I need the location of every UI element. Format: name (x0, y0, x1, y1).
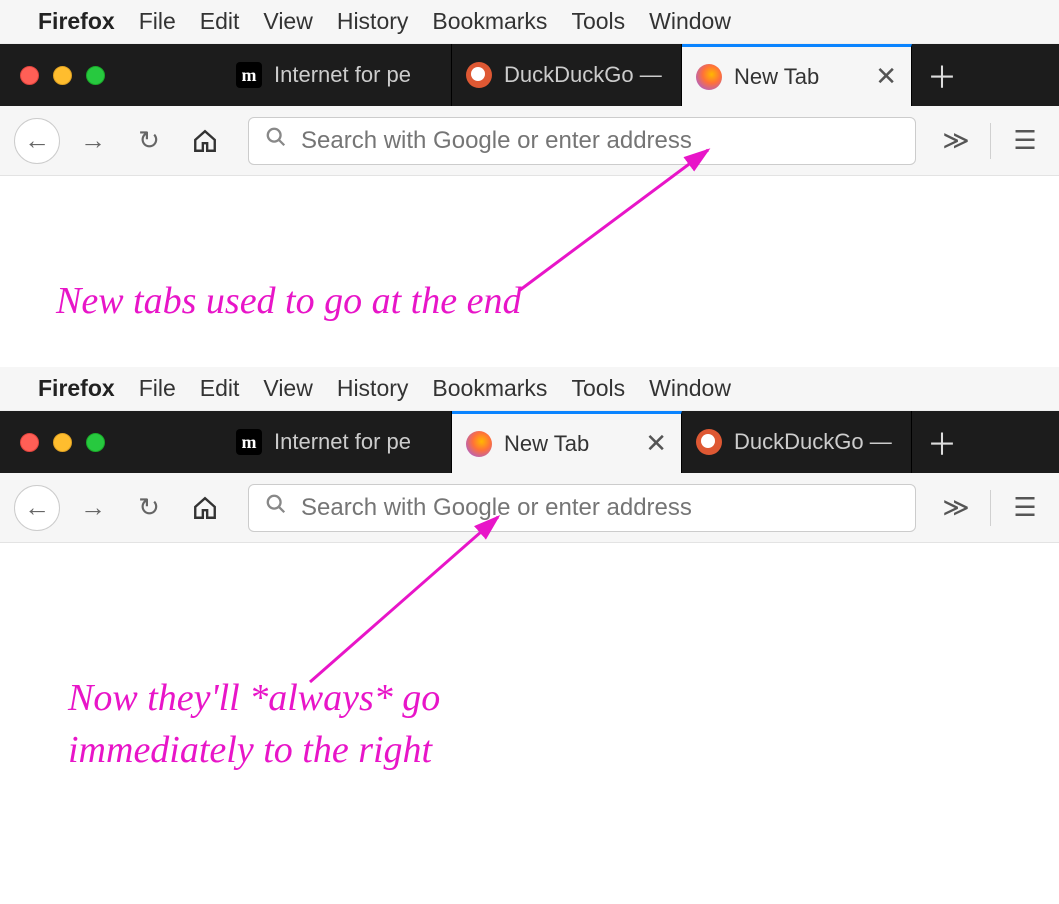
tab-duckduckgo[interactable]: DuckDuckGo — (682, 411, 912, 473)
window-controls (0, 44, 222, 106)
menubar: Firefox File Edit View History Bookmarks… (0, 0, 1059, 44)
back-button[interactable]: ← (14, 118, 60, 164)
menu-bookmarks[interactable]: Bookmarks (432, 8, 547, 35)
favicon-m-icon: m (236, 429, 262, 455)
menubar: Firefox File Edit View History Bookmarks… (0, 367, 1059, 411)
favicon-duck-icon (466, 62, 492, 88)
menu-tools[interactable]: Tools (571, 375, 625, 402)
menu-history[interactable]: History (337, 375, 409, 402)
forward-button[interactable]: → (70, 118, 116, 164)
new-tab-button[interactable]: ＋ (912, 411, 972, 473)
menu-view[interactable]: View (263, 375, 312, 402)
hamburger-menu-icon[interactable]: ☰ (1005, 125, 1045, 156)
annotation-arrow (500, 140, 740, 310)
tab-internet[interactable]: m Internet for pe (222, 44, 452, 106)
zoom-window-icon[interactable] (86, 66, 105, 85)
menu-edit[interactable]: Edit (200, 8, 240, 35)
new-tab-button[interactable]: ＋ (912, 44, 972, 106)
tab-newtab[interactable]: New Tab ✕ (452, 411, 682, 473)
menu-file[interactable]: File (139, 375, 176, 402)
tab-newtab[interactable]: New Tab ✕ (682, 44, 912, 106)
window-controls (0, 411, 222, 473)
menu-bookmarks[interactable]: Bookmarks (432, 375, 547, 402)
close-window-icon[interactable] (20, 433, 39, 452)
annotation-text-line1: Now they'll *always* go (68, 673, 1035, 724)
divider (990, 490, 991, 526)
menu-edit[interactable]: Edit (200, 375, 240, 402)
favicon-duck-icon (696, 429, 722, 455)
reload-button[interactable]: ↻ (126, 118, 172, 164)
menu-history[interactable]: History (337, 8, 409, 35)
tab-label: New Tab (504, 431, 589, 457)
menu-app[interactable]: Firefox (38, 375, 115, 402)
close-window-icon[interactable] (20, 66, 39, 85)
forward-button[interactable]: → (70, 485, 116, 531)
menu-tools[interactable]: Tools (571, 8, 625, 35)
tab-bar: m Internet for pe DuckDuckGo — New Tab ✕… (0, 44, 1059, 106)
overflow-menu-icon[interactable]: ≫ (936, 492, 976, 523)
menu-window[interactable]: Window (649, 375, 731, 402)
divider (990, 123, 991, 159)
menu-app[interactable]: Firefox (38, 8, 115, 35)
screenshot-2: Firefox File Edit View History Bookmarks… (0, 367, 1059, 543)
menu-window[interactable]: Window (649, 8, 731, 35)
tab-internet[interactable]: m Internet for pe (222, 411, 452, 473)
tab-label: DuckDuckGo — (734, 429, 892, 455)
home-button[interactable] (182, 118, 228, 164)
favicon-m-icon: m (236, 62, 262, 88)
screenshot-1: Firefox File Edit View History Bookmarks… (0, 0, 1059, 176)
tab-label: New Tab (734, 64, 819, 90)
hamburger-menu-icon[interactable]: ☰ (1005, 492, 1045, 523)
menu-view[interactable]: View (263, 8, 312, 35)
menu-file[interactable]: File (139, 8, 176, 35)
search-icon (265, 493, 287, 522)
reload-button[interactable]: ↻ (126, 485, 172, 531)
zoom-window-icon[interactable] (86, 433, 105, 452)
tab-label: Internet for pe (274, 429, 411, 455)
annotation-text: New tabs used to go at the end (56, 280, 521, 322)
home-button[interactable] (182, 485, 228, 531)
annotation-text-line2: immediately to the right (68, 725, 1035, 776)
tab-bar: m Internet for pe New Tab ✕ DuckDuckGo —… (0, 411, 1059, 473)
minimize-window-icon[interactable] (53, 433, 72, 452)
tab-duckduckgo[interactable]: DuckDuckGo — (452, 44, 682, 106)
back-button[interactable]: ← (14, 485, 60, 531)
tab-label: DuckDuckGo — (504, 62, 662, 88)
tab-label: Internet for pe (274, 62, 411, 88)
overflow-menu-icon[interactable]: ≫ (936, 125, 976, 156)
favicon-firefox-icon (466, 431, 492, 457)
close-tab-icon[interactable]: ✕ (637, 428, 667, 459)
favicon-firefox-icon (696, 64, 722, 90)
search-icon (265, 126, 287, 155)
annotation-arrow (290, 507, 530, 697)
close-tab-icon[interactable]: ✕ (867, 61, 897, 92)
minimize-window-icon[interactable] (53, 66, 72, 85)
